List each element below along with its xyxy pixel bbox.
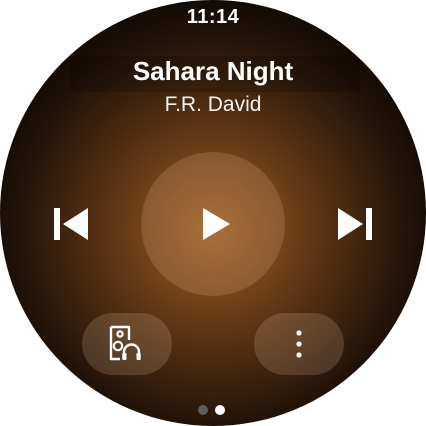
watch-face: 11:14 Sahara Night F.R. David <box>0 0 426 426</box>
skip-previous-icon[interactable] <box>48 202 94 246</box>
track-artist: F.R. David <box>164 93 262 116</box>
more-vert-icon <box>296 330 302 358</box>
play-icon[interactable] <box>190 200 236 248</box>
audio-output-button[interactable] <box>82 313 172 375</box>
clock-time: 11:14 <box>186 6 240 28</box>
track-title: Sahara Night <box>132 56 294 86</box>
skip-next-icon[interactable] <box>332 202 378 246</box>
page-dot-active <box>215 405 225 415</box>
page-indicator <box>198 405 228 417</box>
page-dot <box>198 405 208 415</box>
speaker-headphones-icon <box>109 325 141 361</box>
more-options-button[interactable] <box>254 313 344 375</box>
